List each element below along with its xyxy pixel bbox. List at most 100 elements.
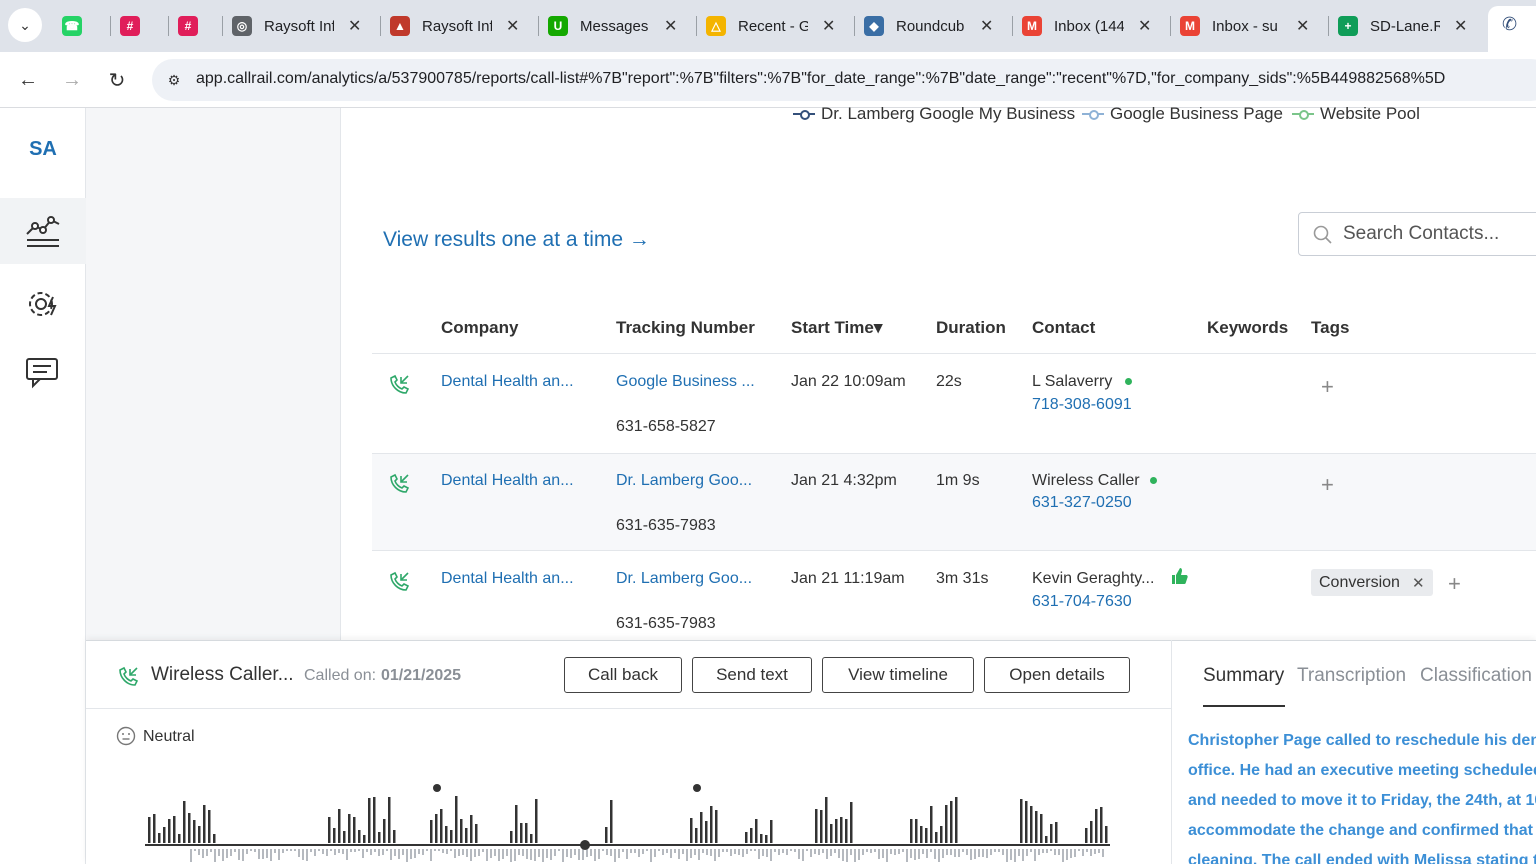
close-tab-icon[interactable]: ✕ [664, 16, 677, 36]
company-link[interactable]: Dental Health an... [441, 570, 574, 588]
waveform-bar-secondary [966, 849, 968, 855]
legend-item[interactable]: Website Pool [1292, 104, 1420, 124]
audio-waveform[interactable] [140, 776, 1115, 864]
browser-tab[interactable]: ▲ Raysoft Inf ✕ [390, 8, 519, 44]
waveform-bar-secondary [798, 849, 800, 859]
waveform-bar [950, 801, 953, 843]
waveform-bar-secondary [326, 849, 328, 856]
call-back-button[interactable]: Call back [564, 657, 682, 693]
close-tab-icon[interactable]: ✕ [1296, 16, 1309, 36]
add-tag-button[interactable]: + [1448, 571, 1461, 597]
waveform-bar-secondary [790, 849, 792, 851]
tracking-source-link[interactable]: Google Business ... [616, 373, 755, 391]
rail-item-settings[interactable] [0, 271, 86, 337]
tab-summary[interactable]: Summary [1203, 665, 1284, 687]
close-tab-icon[interactable]: ✕ [980, 16, 993, 36]
browser-tab[interactable]: △ Recent - G ✕ [706, 8, 835, 44]
open-details-button[interactable]: Open details [984, 657, 1130, 693]
add-tag-button[interactable]: + [1321, 374, 1334, 400]
waveform-bar-secondary [698, 849, 700, 860]
column-header-tags[interactable]: Tags [1311, 318, 1349, 338]
legend-item[interactable]: Google Business Page [1082, 104, 1283, 124]
browser-tab[interactable]: # [120, 8, 140, 44]
status-dot-icon [1125, 378, 1132, 385]
contact-name[interactable]: L Salaverry [1032, 373, 1112, 391]
waveform-bar [820, 810, 823, 843]
playhead-handle[interactable] [580, 840, 590, 850]
waveform-bar [840, 817, 843, 843]
column-header-duration[interactable]: Duration [936, 318, 1006, 338]
view-results-one-at-a-time-link[interactable]: View results one at a time → [383, 228, 650, 252]
url-text[interactable]: app.callrail.com/analytics/a/537900785/r… [196, 70, 1445, 88]
browser-tab[interactable]: ◎ Raysoft Inf ✕ [232, 8, 361, 44]
column-header-keywords[interactable]: Keywords [1207, 318, 1288, 338]
browser-tab[interactable]: + SD-Lane.R ✕ [1338, 8, 1467, 44]
close-tab-icon[interactable]: ✕ [1138, 16, 1151, 36]
forward-button[interactable]: → [58, 66, 86, 94]
waveform-bar [750, 828, 753, 843]
browser-tab[interactable]: M Inbox (144 ✕ [1022, 8, 1151, 44]
reload-button[interactable]: ↻ [103, 66, 131, 94]
legend-item[interactable]: Dr. Lamberg Google My Business [793, 104, 1075, 124]
close-tab-icon[interactable]: ✕ [506, 16, 519, 36]
contact-phone-link[interactable]: 631-327-0250 [1032, 494, 1132, 512]
site-info-icon[interactable]: ⚙ [162, 68, 186, 92]
waveform-bar [338, 809, 341, 843]
waveform-bar [770, 820, 773, 843]
column-header-tracking-number[interactable]: Tracking Number [616, 318, 755, 338]
slack-icon: # [120, 16, 140, 36]
browser-tab[interactable]: U Messages ✕ [548, 8, 677, 44]
tracking-source-link[interactable]: Dr. Lamberg Goo... [616, 472, 752, 490]
tag-label: Conversion [1319, 573, 1400, 591]
address-bar[interactable]: ⚙ app.callrail.com/analytics/a/537900785… [152, 59, 1536, 101]
waveform-bar-secondary [610, 849, 612, 856]
browser-tab[interactable]: ☎ [62, 8, 82, 44]
search-contacts[interactable] [1298, 212, 1536, 256]
contact-name[interactable]: Kevin Geraghty... [1032, 570, 1154, 588]
waveform-bar-secondary [462, 849, 464, 855]
back-button[interactable]: ← [14, 66, 42, 94]
close-tab-icon[interactable]: ✕ [822, 16, 835, 36]
column-header-start-time[interactable]: Start Time▾ [791, 318, 882, 338]
close-tab-icon[interactable]: ✕ [1454, 16, 1467, 36]
tab-transcription[interactable]: Transcription [1297, 665, 1406, 687]
rail-item-analytics[interactable] [0, 198, 86, 264]
tab-search-button[interactable]: ⌄ [8, 8, 42, 42]
column-header-company[interactable]: Company [441, 318, 518, 338]
waveform-bar [760, 834, 763, 843]
close-tab-icon[interactable]: ✕ [348, 16, 361, 36]
rail-item-messages[interactable] [0, 340, 86, 406]
remove-tag-icon[interactable]: ✕ [1412, 574, 1425, 592]
company-link[interactable]: Dental Health an... [441, 472, 574, 490]
waveform-bar [163, 827, 166, 843]
waveform-bar [153, 814, 156, 843]
waveform-bar [755, 819, 758, 843]
waveform-bar-secondary [366, 849, 368, 852]
tracking-source-link[interactable]: Dr. Lamberg Goo... [616, 570, 752, 588]
active-tab[interactable]: ✆ [1488, 6, 1536, 52]
waveform-bar [388, 797, 391, 843]
account-logo[interactable]: SA [0, 138, 86, 161]
browser-tab[interactable]: # [178, 8, 198, 44]
start-time: Jan 22 10:09am [791, 373, 906, 390]
search-contacts-input[interactable] [1343, 221, 1536, 247]
contact-phone-link[interactable]: 631-704-7630 [1032, 593, 1132, 611]
view-timeline-button[interactable]: View timeline [822, 657, 974, 693]
tab-classification[interactable]: Classification [1420, 665, 1532, 687]
browser-tab[interactable]: ◆ Roundcub ✕ [864, 8, 993, 44]
add-tag-button[interactable]: + [1321, 472, 1334, 498]
tag-chip[interactable]: Conversion ✕ [1311, 569, 1433, 596]
contact-name[interactable]: Wireless Caller [1032, 472, 1140, 490]
waveform-bar-secondary [498, 849, 500, 861]
contact-phone-link[interactable]: 718-308-6091 [1032, 396, 1132, 414]
waveform-bar-secondary [370, 849, 372, 855]
company-link[interactable]: Dental Health an... [441, 373, 574, 391]
waveform-bar-secondary [662, 849, 664, 855]
waveform-bar-secondary [278, 849, 280, 860]
tab-separator [1328, 16, 1329, 36]
browser-tab[interactable]: M Inbox - su ✕ [1180, 8, 1309, 44]
tab-title: Messages [580, 17, 649, 35]
column-header-contact[interactable]: Contact [1032, 318, 1095, 338]
send-text-button[interactable]: Send text [692, 657, 812, 693]
waveform-bar [435, 814, 438, 843]
